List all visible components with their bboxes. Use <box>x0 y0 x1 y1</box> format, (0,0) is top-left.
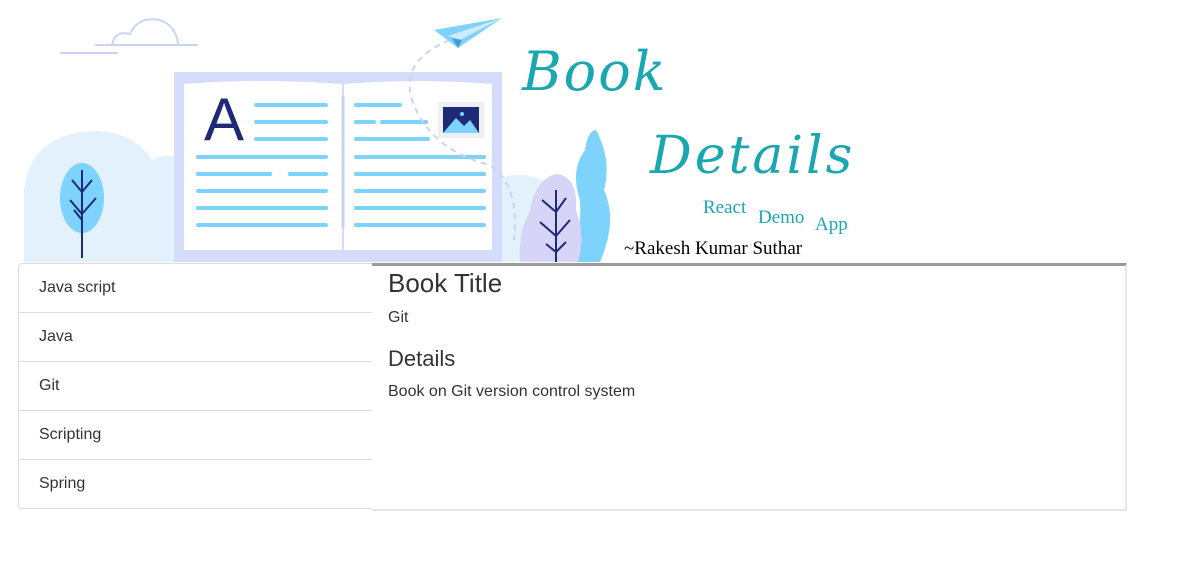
details-value: Book on Git version control system <box>388 383 636 400</box>
book-list: Java script Java Git Scripting Spring <box>18 263 374 509</box>
list-item-java-script[interactable]: Java script <box>19 264 373 313</box>
list-item-java[interactable]: Java <box>19 313 373 362</box>
subtitle-react: React <box>703 197 747 218</box>
list-item-spring[interactable]: Spring <box>19 460 373 508</box>
book-detail-panel: Book Title Git Details Book on Git versi… <box>372 263 1127 511</box>
header-banner: A Book Details React Demo App ~Rakesh Ku… <box>0 0 1202 262</box>
list-item-git[interactable]: Git <box>19 362 373 411</box>
book-title-heading: Book Title <box>388 268 503 298</box>
cloud-icon <box>60 18 198 54</box>
image-icon <box>438 102 484 138</box>
subtitle-demo: Demo <box>758 207 805 228</box>
author-credit: ~Rakesh Kumar Suthar <box>624 238 803 259</box>
paper-plane-icon <box>434 18 502 48</box>
svg-text:A: A <box>204 86 244 153</box>
list-item-scripting[interactable]: Scripting <box>19 411 373 460</box>
book-title-value: Git <box>388 309 409 326</box>
title-word-details: Details <box>650 126 856 186</box>
subtitle-app: App <box>815 214 848 235</box>
details-heading: Details <box>388 346 456 371</box>
title-word-book: Book <box>522 40 668 103</box>
